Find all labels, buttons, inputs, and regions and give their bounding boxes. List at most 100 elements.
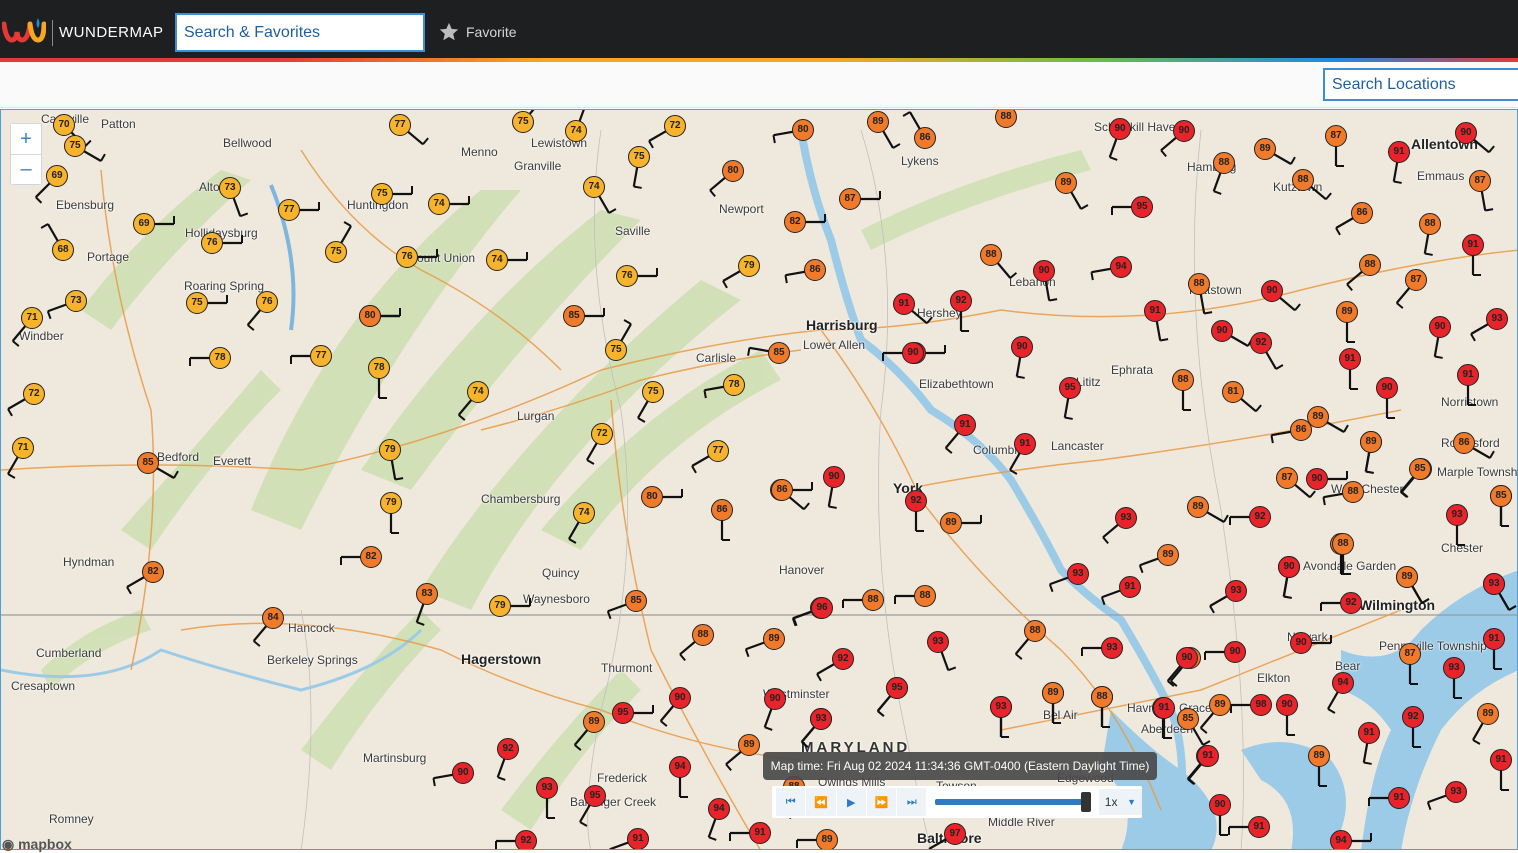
step-back-button[interactable]: ⏪ bbox=[806, 788, 836, 816]
weather-station-marker[interactable]: 89 bbox=[583, 711, 605, 733]
weather-station-marker[interactable]: 98 bbox=[1250, 694, 1272, 716]
weather-station-marker[interactable]: 94 bbox=[1330, 830, 1352, 849]
weather-station-marker[interactable]: 73 bbox=[219, 177, 241, 199]
weather-station-marker[interactable]: 88 bbox=[1188, 273, 1210, 295]
weather-station-marker[interactable]: 93 bbox=[1443, 657, 1465, 679]
weather-station-marker[interactable]: 88 bbox=[1332, 533, 1354, 555]
weather-station-marker[interactable]: 72 bbox=[664, 115, 686, 137]
search-favorites-input[interactable] bbox=[175, 13, 425, 52]
weather-station-marker[interactable]: 91 bbox=[749, 822, 771, 844]
weather-station-marker[interactable]: 87 bbox=[1405, 269, 1427, 291]
weather-station-marker[interactable]: 90 bbox=[1261, 280, 1283, 302]
weather-station-marker[interactable]: 91 bbox=[627, 828, 649, 849]
weather-station-marker[interactable]: 68 bbox=[52, 239, 74, 261]
weather-station-marker[interactable]: 91 bbox=[1248, 816, 1270, 838]
weather-station-marker[interactable]: 94 bbox=[1110, 256, 1132, 278]
weather-station-marker[interactable]: 93 bbox=[1483, 573, 1505, 595]
weather-station-marker[interactable]: 74 bbox=[486, 249, 508, 271]
weather-station-marker[interactable]: 93 bbox=[1446, 504, 1468, 526]
weather-station-marker[interactable]: 89 bbox=[816, 829, 838, 849]
weather-station-marker[interactable]: 92 bbox=[1340, 592, 1362, 614]
weather-station-marker[interactable]: 91 bbox=[954, 414, 976, 436]
weather-station-marker[interactable]: 93 bbox=[1445, 781, 1467, 803]
weather-station-marker[interactable]: 77 bbox=[389, 114, 411, 136]
weather-station-marker[interactable]: 76 bbox=[616, 265, 638, 287]
weather-station-marker[interactable]: 90 bbox=[1176, 647, 1198, 669]
weather-station-marker[interactable]: 94 bbox=[708, 798, 730, 820]
weather-station-marker[interactable]: 91 bbox=[1144, 300, 1166, 322]
weather-station-marker[interactable]: 74 bbox=[573, 502, 595, 524]
weather-station-marker[interactable]: 86 bbox=[1453, 432, 1475, 454]
weather-station-marker[interactable]: 91 bbox=[1358, 722, 1380, 744]
weather-station-marker[interactable]: 88 bbox=[914, 585, 936, 607]
weather-station-marker[interactable]: 88 bbox=[692, 624, 714, 646]
weather-station-marker[interactable]: 85 bbox=[625, 590, 647, 612]
weather-station-marker[interactable]: 75 bbox=[628, 146, 650, 168]
weather-station-marker[interactable]: 95 bbox=[584, 785, 606, 807]
weather-station-marker[interactable]: 72 bbox=[591, 423, 613, 445]
weather-station-marker[interactable]: 90 bbox=[1211, 320, 1233, 342]
weather-station-marker[interactable]: 91 bbox=[1490, 749, 1512, 771]
weather-station-marker[interactable]: 78 bbox=[209, 347, 231, 369]
weather-station-marker[interactable]: 75 bbox=[371, 183, 393, 205]
weather-station-marker[interactable]: 91 bbox=[1014, 433, 1036, 455]
weather-station-marker[interactable]: 76 bbox=[201, 232, 223, 254]
weather-station-marker[interactable]: 89 bbox=[940, 512, 962, 534]
weather-station-marker[interactable]: 86 bbox=[771, 479, 793, 501]
mapbox-attribution[interactable]: ◉ mapbox bbox=[2, 836, 72, 853]
weather-station-marker[interactable]: 91 bbox=[1388, 787, 1410, 809]
weather-station-marker[interactable]: 92 bbox=[1249, 506, 1271, 528]
weather-station-marker[interactable]: 91 bbox=[1483, 628, 1505, 650]
weather-station-marker[interactable]: 76 bbox=[256, 291, 278, 313]
weather-station-marker[interactable]: 70 bbox=[53, 114, 75, 136]
weather-station-marker[interactable]: 90 bbox=[1455, 122, 1477, 144]
weather-station-marker[interactable]: 79 bbox=[380, 492, 402, 514]
weather-station-marker[interactable]: 80 bbox=[792, 119, 814, 141]
weather-station-marker[interactable]: 77 bbox=[707, 440, 729, 462]
weather-station-marker[interactable]: 89 bbox=[763, 628, 785, 650]
search-locations-input[interactable] bbox=[1323, 68, 1518, 101]
weather-station-marker[interactable]: 85 bbox=[1409, 458, 1431, 480]
weather-station-marker[interactable]: 87 bbox=[839, 188, 861, 210]
weather-station-marker[interactable]: 76 bbox=[396, 246, 418, 268]
weather-station-marker[interactable]: 88 bbox=[1213, 152, 1235, 174]
wu-logo-icon[interactable] bbox=[2, 16, 46, 46]
weather-station-marker[interactable]: 89 bbox=[1254, 138, 1276, 160]
weather-station-marker[interactable]: 75 bbox=[642, 381, 664, 403]
weather-station-marker[interactable]: 78 bbox=[368, 357, 390, 379]
weather-station-marker[interactable]: 91 bbox=[1119, 576, 1141, 598]
weather-station-marker[interactable]: 90 bbox=[1173, 120, 1195, 142]
weather-station-marker[interactable]: 92 bbox=[1250, 332, 1272, 354]
weather-station-marker[interactable]: 85 bbox=[563, 305, 585, 327]
weather-station-marker[interactable]: 88 bbox=[1342, 481, 1364, 503]
weather-station-marker[interactable]: 74 bbox=[467, 381, 489, 403]
weather-station-marker[interactable]: 95 bbox=[612, 702, 634, 724]
weather-station-marker[interactable]: 91 bbox=[1388, 141, 1410, 163]
weather-station-marker[interactable]: 87 bbox=[1276, 467, 1298, 489]
weather-station-marker[interactable]: 93 bbox=[1225, 580, 1247, 602]
weather-station-marker[interactable]: 90 bbox=[902, 342, 924, 364]
weather-station-marker[interactable]: 89 bbox=[1336, 301, 1358, 323]
weather-station-marker[interactable]: 95 bbox=[1059, 377, 1081, 399]
weather-station-marker[interactable]: 89 bbox=[1209, 694, 1231, 716]
weather-station-marker[interactable]: 88 bbox=[1024, 620, 1046, 642]
weather-station-marker[interactable]: 87 bbox=[1399, 643, 1421, 665]
weather-station-marker[interactable]: 94 bbox=[669, 756, 691, 778]
weather-station-marker[interactable]: 93 bbox=[1115, 507, 1137, 529]
weather-station-marker[interactable]: 90 bbox=[452, 762, 474, 784]
weather-station-marker[interactable]: 88 bbox=[980, 244, 1002, 266]
weather-station-marker[interactable]: 90 bbox=[1109, 118, 1131, 140]
step-forward-button[interactable]: ⏩ bbox=[866, 788, 897, 816]
weather-station-marker[interactable]: 95 bbox=[1131, 196, 1153, 218]
skip-to-start-button[interactable]: ⏮ bbox=[776, 788, 806, 816]
weather-station-marker[interactable]: 75 bbox=[512, 111, 534, 133]
weather-station-marker[interactable]: 86 bbox=[1351, 202, 1373, 224]
weather-station-marker[interactable]: 86 bbox=[914, 127, 936, 149]
weather-station-marker[interactable]: 88 bbox=[862, 589, 884, 611]
weather-station-marker[interactable]: 93 bbox=[1486, 308, 1508, 330]
weather-station-marker[interactable]: 90 bbox=[1376, 377, 1398, 399]
weather-station-marker[interactable]: 91 bbox=[893, 293, 915, 315]
weather-station-marker[interactable]: 95 bbox=[886, 677, 908, 699]
weather-station-marker[interactable]: 90 bbox=[1306, 468, 1328, 490]
weather-station-marker[interactable]: 92 bbox=[832, 648, 854, 670]
